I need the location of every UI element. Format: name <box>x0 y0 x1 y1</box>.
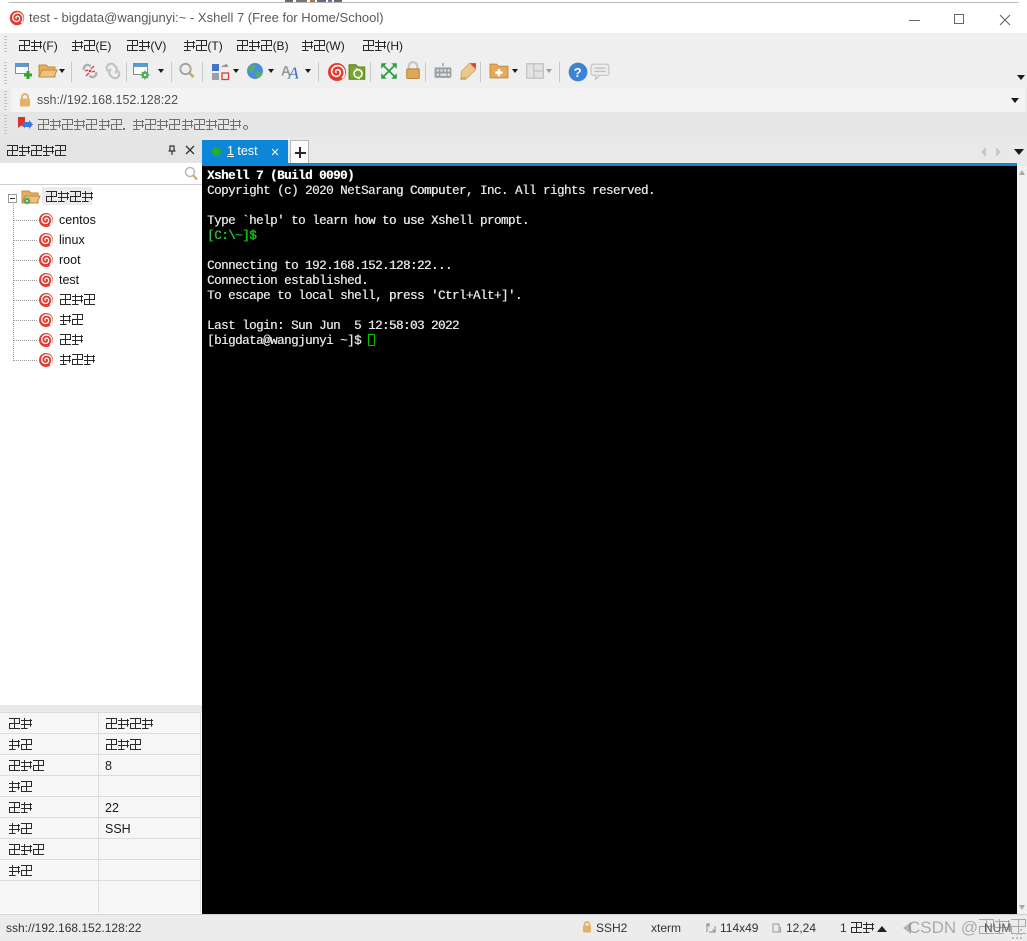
svg-text:?: ? <box>574 65 582 80</box>
svg-text:A: A <box>287 63 299 81</box>
